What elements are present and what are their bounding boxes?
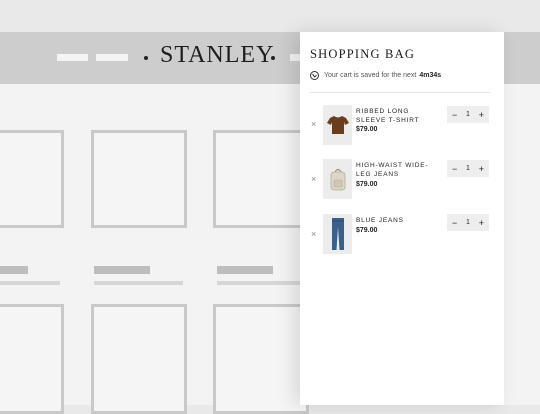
product-card-placeholder[interactable]	[213, 130, 309, 228]
product-price-placeholder	[0, 281, 60, 285]
item-name[interactable]: RIBBED LONG SLEEVE T-SHIRT	[356, 107, 436, 125]
product-thumbnail[interactable]	[323, 105, 352, 145]
brand-dot	[144, 56, 148, 60]
product-title-placeholder	[0, 266, 28, 274]
product-title-placeholder	[217, 266, 273, 274]
quantity-value: 1	[466, 219, 470, 226]
product-card-placeholder[interactable]	[91, 130, 187, 228]
quantity-value: 1	[466, 165, 470, 172]
product-price-placeholder	[94, 281, 183, 285]
product-card-placeholder[interactable]	[0, 130, 64, 228]
increase-quantity-button[interactable]: +	[479, 110, 484, 120]
nav-placeholder[interactable]	[96, 54, 128, 61]
clock-icon	[310, 70, 319, 80]
decrease-quantity-button[interactable]: −	[452, 218, 457, 228]
increase-quantity-button[interactable]: +	[479, 218, 484, 228]
quantity-stepper: − 1 +	[447, 214, 489, 231]
quantity-stepper: − 1 +	[447, 106, 489, 123]
remove-item-icon[interactable]: ×	[311, 175, 318, 184]
product-card-placeholder[interactable]	[213, 304, 309, 414]
backpack-icon	[330, 168, 345, 191]
brand-dot	[271, 56, 275, 60]
item-price: $79.00	[356, 227, 378, 234]
product-thumbnail[interactable]	[323, 159, 352, 199]
product-price-placeholder	[217, 281, 305, 285]
quantity-stepper: − 1 +	[447, 160, 489, 177]
divider	[310, 92, 490, 93]
saved-text: Your cart is saved for the next	[324, 71, 417, 79]
item-name[interactable]: HIGH-WAIST WIDE-LEG JEANS	[356, 161, 436, 179]
decrease-quantity-button[interactable]: −	[452, 110, 457, 120]
item-name[interactable]: BLUE JEANS	[356, 216, 436, 225]
increase-quantity-button[interactable]: +	[479, 164, 484, 174]
quantity-value: 1	[466, 111, 470, 118]
brand-logo[interactable]: STANLEY	[160, 42, 274, 69]
cart-item: × RIBBED LONG SLEEVE T-SHIRT $79.00 − 1 …	[300, 105, 504, 149]
product-title-placeholder	[94, 266, 150, 274]
cart-item: × BLUE JEANS $79.00 − 1 +	[300, 214, 504, 258]
product-card-placeholder[interactable]	[91, 304, 187, 414]
item-price: $79.00	[356, 181, 378, 188]
panel-title: SHOPPING BAG	[310, 47, 416, 61]
cart-item: × HIGH-WAIST WIDE-LEG JEANS $79.00 − 1 +	[300, 159, 504, 203]
shopping-bag-panel: SHOPPING BAG Your cart is saved for the …	[300, 32, 504, 405]
remove-item-icon[interactable]: ×	[311, 120, 318, 129]
cart-saved-notice: Your cart is saved for the next 4m34s	[310, 69, 441, 81]
decrease-quantity-button[interactable]: −	[452, 164, 457, 174]
nav-placeholder[interactable]	[57, 54, 88, 61]
product-card-placeholder[interactable]	[0, 304, 64, 414]
saved-timer: 4m34s	[419, 71, 442, 79]
product-thumbnail[interactable]	[323, 214, 352, 254]
jeans-icon	[331, 218, 344, 250]
tshirt-icon	[326, 116, 349, 134]
item-price: $79.00	[356, 126, 378, 133]
remove-item-icon[interactable]: ×	[311, 230, 318, 239]
